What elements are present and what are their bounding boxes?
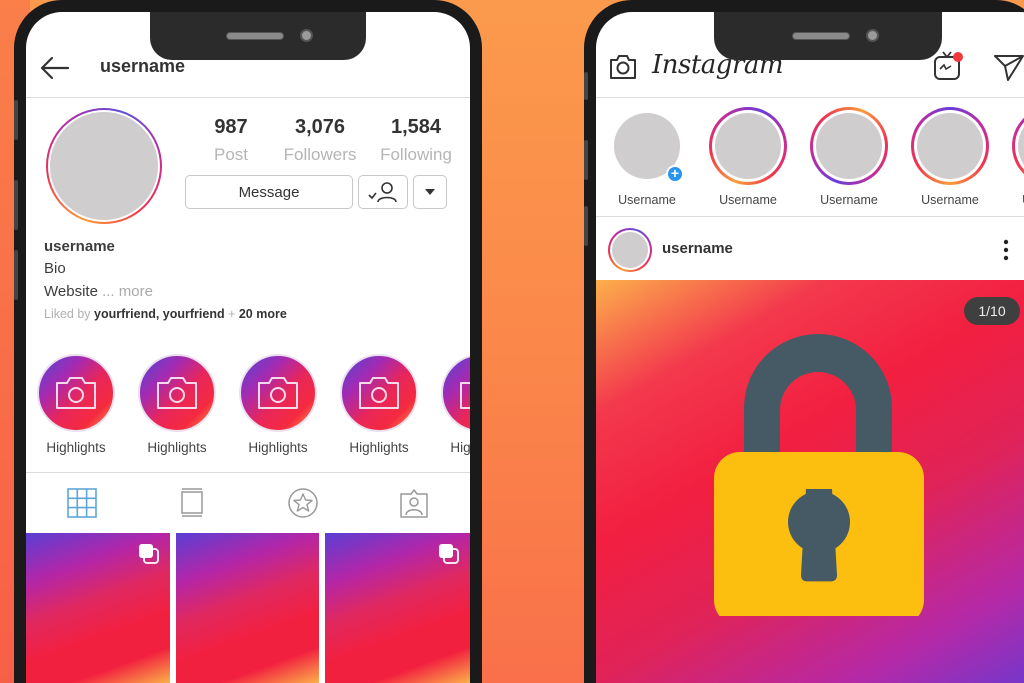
highlight-label: Highlights — [46, 440, 106, 455]
add-story-icon[interactable]: + — [666, 165, 684, 183]
square-icon[interactable] — [176, 487, 208, 519]
more-options-icon[interactable] — [1000, 238, 1012, 262]
highlight-label: Highlights — [450, 440, 470, 455]
front-camera — [300, 29, 313, 42]
stat-following[interactable]: 1,584 Following — [366, 116, 466, 165]
phone-side-button — [14, 250, 18, 300]
highlight-item[interactable]: Highlights — [36, 354, 116, 455]
ellipsis: ... — [97, 283, 119, 300]
liked-prefix: Liked by — [44, 307, 95, 321]
highlight-label: Highlights — [147, 440, 207, 455]
phone-side-button — [584, 206, 588, 246]
profile-avatar[interactable] — [46, 108, 162, 224]
star-icon[interactable] — [287, 487, 319, 519]
igtv-icon[interactable] — [932, 48, 966, 84]
phone-profile: username 987 Post 3,076 Followers 1,584 … — [14, 0, 482, 683]
camera-icon — [460, 382, 470, 409]
phone-notch — [150, 12, 366, 60]
stat-label: Followers — [283, 145, 357, 164]
phone-side-button — [14, 180, 18, 230]
camera-icon[interactable] — [608, 52, 638, 82]
front-camera — [866, 29, 879, 42]
grid-post[interactable] — [26, 533, 170, 683]
stat-posts[interactable]: 987 Post — [186, 116, 276, 165]
feed-screen: Instagram + Username Username Username U… — [596, 12, 1024, 683]
camera-icon — [359, 377, 399, 409]
message-button[interactable]: Message — [185, 175, 353, 209]
liked-names[interactable]: yourfriend, yourfriend — [94, 307, 225, 321]
speaker — [226, 32, 284, 40]
profile-tabs — [26, 472, 470, 532]
highlight-item[interactable]: Highlights — [339, 354, 419, 455]
phone-notch — [714, 12, 942, 60]
following-button[interactable] — [358, 175, 408, 209]
highlight-label: Highlights — [248, 440, 308, 455]
more-link[interactable]: more — [119, 283, 153, 300]
paper-plane-icon[interactable] — [992, 52, 1024, 82]
stat-label: Post — [213, 145, 249, 164]
camera-icon — [56, 377, 96, 409]
stat-value: 987 — [214, 116, 248, 138]
story-label: Username — [618, 193, 676, 207]
profile-name: username — [44, 238, 115, 255]
suggestions-dropdown-button[interactable] — [413, 175, 447, 209]
liked-by-row: Liked by yourfriend, yourfriend + 20 mor… — [44, 307, 287, 321]
post-header: username — [596, 218, 1024, 280]
carousel-counter: 1/10 — [964, 297, 1020, 325]
story-item[interactable]: Username — [804, 107, 894, 207]
phone-side-button — [584, 140, 588, 180]
profile-website-row: Website ... more — [44, 283, 153, 300]
user-tag-icon[interactable] — [398, 487, 430, 519]
grid-post[interactable] — [325, 533, 470, 683]
highlight-item[interactable]: Highlights — [238, 354, 318, 455]
user-check-icon — [368, 182, 397, 203]
camera-icon — [258, 377, 298, 409]
stat-value: 1,584 — [390, 116, 442, 138]
speaker — [792, 32, 850, 40]
story-label: Username — [820, 193, 878, 207]
highlight-item[interactable]: Highlights — [137, 354, 217, 455]
website-link[interactable]: Website — [44, 283, 98, 300]
post-author-avatar[interactable] — [608, 228, 652, 272]
highlight-label: Highlights — [349, 440, 409, 455]
highlights-row: Highlights Highlights Highlights Highlig… — [26, 354, 470, 472]
post-media[interactable]: 1/10 — [596, 280, 1024, 683]
profile-screen: username 987 Post 3,076 Followers 1,584 … — [26, 12, 470, 683]
story-label: Username — [719, 193, 777, 207]
story-item[interactable]: Username — [905, 107, 995, 207]
post-author-username[interactable]: username — [662, 240, 733, 257]
story-item[interactable]: Username — [1006, 107, 1024, 207]
story-label: Username — [921, 193, 979, 207]
liked-plus: + — [224, 307, 239, 321]
profile-bio: Bio — [44, 260, 66, 277]
phone-feed: Instagram + Username Username Username U… — [584, 0, 1024, 683]
stat-followers[interactable]: 3,076 Followers — [270, 116, 370, 165]
multiple-posts-icon — [139, 544, 159, 564]
story-label: Username — [1006, 193, 1024, 207]
caret-down-icon — [425, 189, 435, 195]
grid-icon[interactable] — [66, 487, 98, 519]
highlight-item[interactable]: Highlights — [440, 354, 470, 455]
story-item[interactable]: Username — [703, 107, 793, 207]
liked-more[interactable]: 20 more — [239, 307, 287, 321]
story-own[interactable]: + Username — [602, 107, 692, 207]
padlock-icon — [714, 334, 924, 616]
camera-icon — [157, 377, 197, 409]
stat-value: 3,076 — [294, 116, 346, 138]
stories-tray: + Username Username Username Username Us… — [596, 99, 1024, 217]
phone-side-button — [14, 100, 18, 140]
multiple-posts-icon — [439, 544, 459, 564]
arrow-left-icon[interactable] — [38, 54, 72, 82]
grid-post[interactable] — [176, 533, 319, 683]
phone-side-button — [584, 72, 588, 100]
stat-label: Following — [380, 145, 452, 164]
